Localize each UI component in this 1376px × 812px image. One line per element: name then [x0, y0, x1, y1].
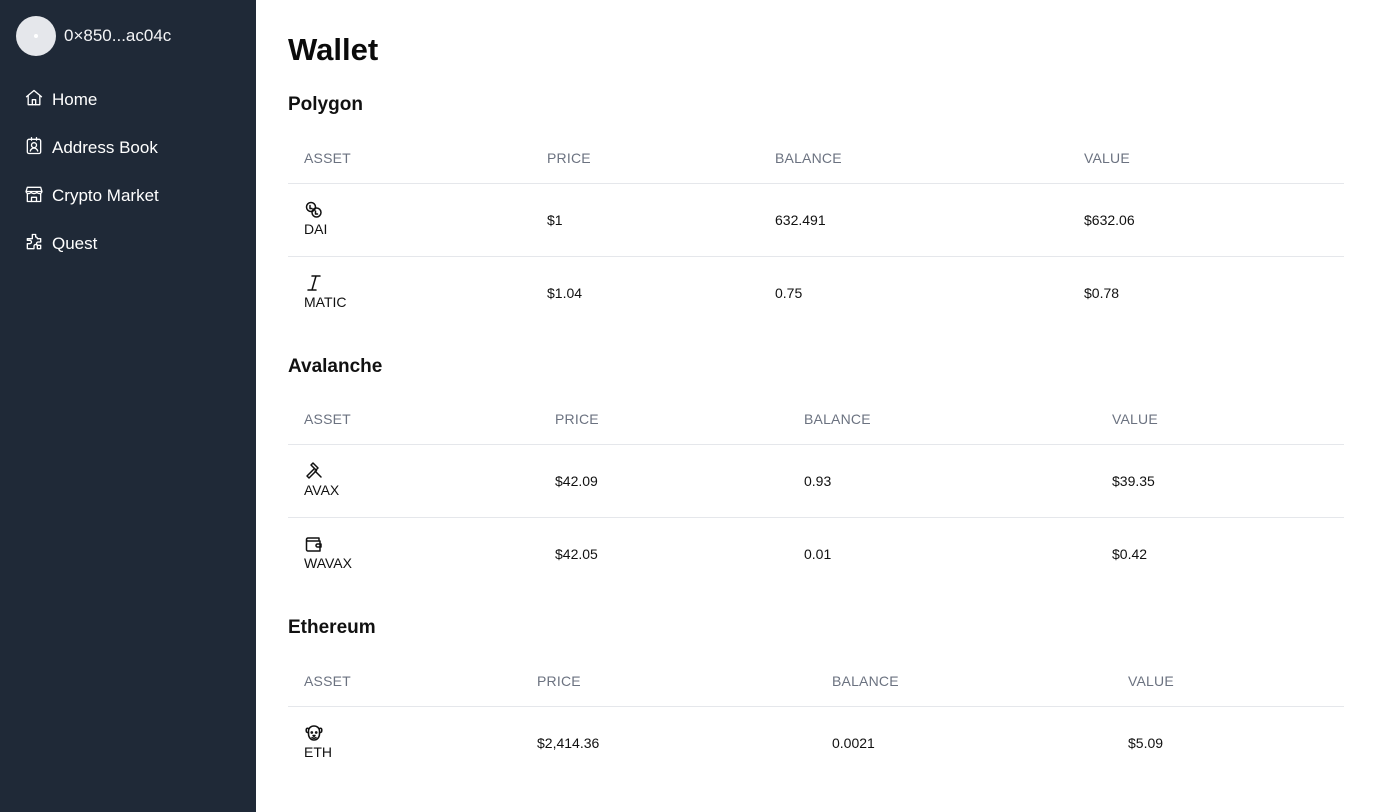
section-title-ethereum: Ethereum [288, 617, 376, 638]
dog-face-icon [304, 723, 332, 743]
asset-balance: 0.93 [804, 473, 832, 489]
section-title-polygon: Polygon [288, 94, 363, 115]
table-header: ASSET PRICE BALANCE VALUE [288, 655, 1344, 707]
asset-value: $0.42 [1112, 546, 1148, 562]
column-header-price: PRICE [555, 411, 599, 427]
asset-price: $42.09 [555, 473, 598, 489]
column-header-asset: ASSET [304, 673, 351, 689]
contact-card-icon [24, 136, 44, 161]
table-row[interactable]: ETH $2,414.36 0.0021 $5.09 [288, 707, 1344, 780]
asset-cell: DAI [304, 200, 327, 237]
sidebar-item-home[interactable]: Home [16, 76, 240, 124]
asset-price: $2,414.36 [537, 735, 600, 751]
sidebar: 0×850...ac04c Home Address Book Crypto M… [0, 0, 256, 812]
sidebar-item-crypto-market[interactable]: Crypto Market [16, 172, 240, 220]
asset-value: $5.09 [1128, 735, 1164, 751]
table-row[interactable]: MATIC $1.04 0.75 $0.78 [288, 257, 1344, 330]
asset-table-avalanche: ASSET PRICE BALANCE VALUE AVAX $42.09 0.… [288, 393, 1344, 591]
coins-icon [304, 200, 327, 220]
column-header-balance: BALANCE [775, 150, 842, 166]
asset-symbol: WAVAX [304, 555, 352, 571]
asset-table-ethereum: ASSET PRICE BALANCE VALUE ETH $2,414.36 … [288, 655, 1344, 780]
table-row[interactable]: DAI $1 632.491 $632.06 [288, 184, 1344, 257]
main-content: Wallet Polygon ASSET PRICE BALANCE VALUE… [256, 0, 1376, 812]
asset-symbol: DAI [304, 221, 328, 237]
asset-balance: 0.0021 [832, 735, 875, 751]
table-row[interactable]: AVAX $42.09 0.93 $39.35 [288, 445, 1344, 518]
asset-cell: WAVAX [304, 534, 352, 571]
column-header-price: PRICE [537, 673, 581, 689]
column-header-asset: ASSET [304, 150, 351, 166]
table-header: ASSET PRICE BALANCE VALUE [288, 393, 1344, 445]
column-header-value: VALUE [1084, 150, 1130, 166]
asset-cell: ETH [304, 723, 332, 760]
account-address: 0×850...ac04c [64, 26, 172, 45]
section-title-avalanche: Avalanche [288, 356, 383, 377]
column-header-balance: BALANCE [832, 673, 899, 689]
asset-cell: AVAX [304, 461, 339, 498]
asset-balance: 632.491 [775, 212, 826, 228]
asset-balance: 0.75 [775, 285, 803, 301]
sidebar-item-address-book[interactable]: Address Book [16, 124, 240, 172]
asset-price: $42.05 [555, 546, 598, 562]
asset-symbol: AVAX [304, 482, 340, 498]
storefront-icon [24, 184, 44, 209]
home-icon [24, 88, 44, 113]
sidebar-nav: Home Address Book Crypto Market Quest [16, 76, 240, 268]
avatar [16, 16, 56, 56]
sidebar-item-label: Address Book [52, 138, 158, 157]
account-switcher[interactable]: 0×850...ac04c [16, 16, 171, 56]
asset-symbol: MATIC [304, 294, 347, 310]
table-row[interactable]: WAVAX $42.05 0.01 $0.42 [288, 518, 1344, 591]
asset-value: $632.06 [1084, 212, 1135, 228]
asset-price: $1 [547, 212, 563, 228]
table-header: ASSET PRICE BALANCE VALUE [288, 132, 1344, 184]
asset-table-polygon: ASSET PRICE BALANCE VALUE DAI $1 632.491… [288, 132, 1344, 330]
column-header-value: VALUE [1128, 673, 1174, 689]
italic-icon [304, 273, 347, 293]
asset-balance: 0.01 [804, 546, 832, 562]
gavel-icon [304, 461, 339, 481]
column-header-asset: ASSET [304, 411, 351, 427]
sidebar-item-quest[interactable]: Quest [16, 220, 240, 268]
asset-value: $0.78 [1084, 285, 1120, 301]
puzzle-icon [24, 232, 44, 257]
asset-cell: MATIC [304, 273, 347, 310]
asset-price: $1.04 [547, 285, 583, 301]
sidebar-item-label: Crypto Market [52, 186, 159, 205]
asset-value: $39.35 [1112, 473, 1155, 489]
page-title: Wallet [288, 32, 379, 67]
sidebar-item-label: Home [52, 90, 98, 109]
wallet-icon [304, 534, 352, 554]
asset-symbol: ETH [304, 744, 332, 760]
column-header-balance: BALANCE [804, 411, 871, 427]
column-header-price: PRICE [547, 150, 591, 166]
sidebar-item-label: Quest [52, 234, 98, 253]
column-header-value: VALUE [1112, 411, 1158, 427]
